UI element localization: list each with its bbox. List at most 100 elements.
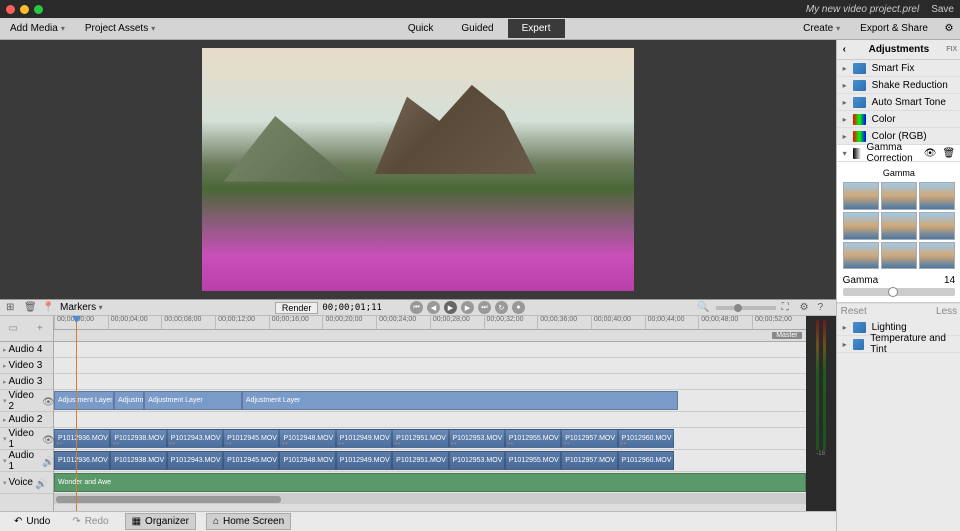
organizer-button[interactable]: ▦Organizer [125,513,196,530]
project-assets-button[interactable]: Project Assets [79,21,161,36]
adjustments-header[interactable]: ‹ Adjustments FIX [837,40,960,60]
marker-icon[interactable]: 📍 [42,302,54,314]
timeline-view-2[interactable]: + [27,316,54,341]
reset-button[interactable]: Reset [841,306,867,317]
track-audio1[interactable]: P1012936.MOV [A] P1012938.MOV [A] P10129… [54,450,806,472]
clip-audio[interactable]: P1012957.MOV [A] [561,451,617,470]
track-header-audio4[interactable]: ▸Audio 4 [0,342,53,358]
track-header-video1[interactable]: ▾Video 1👁 [0,428,53,450]
gamma-preset[interactable] [881,212,917,240]
clip-audio[interactable]: P1012949.MOV [A] [336,451,392,470]
gamma-preset[interactable] [919,182,955,210]
clip-audio[interactable]: P1012953.MOV [A] [449,451,505,470]
gamma-preset[interactable] [843,212,879,240]
track-audio4[interactable] [54,342,806,358]
adj-color[interactable]: ▸Color [837,111,960,128]
tab-quick[interactable]: Quick [394,19,448,38]
timecode[interactable]: 00;00;01;11 [322,303,382,313]
save-button[interactable]: Save [931,4,954,15]
clip-audio[interactable]: P1012936.MOV [A] [54,451,110,470]
timeline-tool-icon[interactable]: ⊞ [6,302,18,314]
adj-shake-reduction[interactable]: ▸Shake Reduction [837,77,960,94]
add-media-button[interactable]: Add Media [4,21,71,36]
step-back-icon[interactable]: ◀ [427,301,440,314]
clip-adj[interactable]: Adjustment Layer [114,391,144,410]
clip-audio[interactable]: P1012945.MOV [A] [223,451,279,470]
fullscreen-icon[interactable]: ⛶ [782,302,794,314]
settings-icon[interactable]: ⚙ [800,302,812,314]
track-voice[interactable]: Wonder and Awe [54,472,806,494]
timeline-view-1[interactable]: ▭ [0,316,27,341]
clip-video[interactable]: P1012955.MOV [V] [505,429,561,448]
help-icon[interactable]: ? [818,302,830,314]
track-header-video2[interactable]: ▾Video 2👁 [0,390,53,412]
close-icon[interactable] [6,5,15,14]
clip-audio[interactable]: P1012938.MOV [A] [110,451,166,470]
clip-video[interactable]: P1012945.MOV [V] [223,429,279,448]
goto-start-icon[interactable]: ⏮ [410,301,423,314]
clip-voice[interactable]: Wonder and Awe [54,473,806,492]
undo-button[interactable]: ↶Undo [8,514,56,529]
clip-video[interactable]: P1012953.MOV [V] [449,429,505,448]
clip-audio[interactable]: P1012955.MOV [A] [505,451,561,470]
gamma-preset[interactable] [843,182,879,210]
zoom-out-icon[interactable]: 🔍 [697,302,709,313]
chevron-left-icon[interactable]: ‹ [843,44,846,55]
tab-guided[interactable]: Guided [447,19,507,38]
adj-auto-smart-tone[interactable]: ▸Auto Smart Tone [837,94,960,111]
gamma-value[interactable]: 14 [944,275,955,286]
clip-adj[interactable]: Adjustment Layer [144,391,242,410]
home-button[interactable]: ⌂Home Screen [206,513,291,530]
clip-video[interactable]: P1012957.MOV [V] [561,429,617,448]
gamma-preset[interactable] [881,242,917,270]
track-header-audio2[interactable]: ▸Audio 2 [0,412,53,428]
track-header-video3[interactable]: ▸Video 3 [0,358,53,374]
zoom-slider[interactable] [716,306,776,310]
clip-adj[interactable]: Adjustment Layer [242,391,678,410]
master-badge[interactable]: Master [772,332,801,339]
less-button[interactable]: Less [936,306,957,317]
eye-icon[interactable]: 👁 [924,148,937,159]
adj-temperature-tint[interactable]: ▸Temperature and Tint [837,336,960,353]
step-forward-icon[interactable]: ▶ [461,301,474,314]
preview-canvas[interactable] [202,48,634,291]
export-share-button[interactable]: Export & Share [854,21,934,36]
clip-video[interactable]: P1012938.MOV [V] [110,429,166,448]
timeline-scrollbar[interactable] [54,494,806,504]
track-video3[interactable] [54,358,806,374]
track-header-audio1[interactable]: ▾Audio 1🔊 [0,450,53,472]
track-video2[interactable]: Adjustment Layer Adjustment Layer Adjust… [54,390,806,412]
clip-audio[interactable]: P1012948.MOV [A] [279,451,335,470]
record-icon[interactable]: ● [512,301,525,314]
clip-video[interactable]: P1012960.MOV [V] [618,429,674,448]
clip-video[interactable]: P1012949.MOV [V] [336,429,392,448]
adj-gamma[interactable]: ▾Gamma Correction👁🗑 [837,145,960,162]
clip-audio[interactable]: P1012943.MOV [A] [167,451,223,470]
gamma-preset[interactable] [843,242,879,270]
gamma-preset[interactable] [919,212,955,240]
adj-smart-fix[interactable]: ▸Smart Fix [837,60,960,77]
render-button[interactable]: Render [275,302,319,314]
trash-icon[interactable]: 🗑 [24,302,36,314]
clip-video[interactable]: P1012951.MOV [V] [392,429,448,448]
gamma-slider[interactable] [843,288,956,296]
clip-audio[interactable]: P1012960.MOV [A] [618,451,674,470]
redo-button[interactable]: ↷Redo [66,514,114,529]
track-header-audio3[interactable]: ▸Audio 3 [0,374,53,390]
tab-expert[interactable]: Expert [508,19,565,38]
clip-video[interactable]: P1012943.MOV [V] [167,429,223,448]
maximize-icon[interactable] [34,5,43,14]
markers-dropdown[interactable]: Markers [60,302,103,313]
playhead[interactable] [76,316,77,511]
goto-end-icon[interactable]: ⏭ [478,301,491,314]
clip-video[interactable]: P1012948.MOV [V] [279,429,335,448]
gear-icon[interactable]: ⚙ [942,22,956,36]
create-button[interactable]: Create [797,21,846,36]
loop-icon[interactable]: ↻ [495,301,508,314]
clip-video[interactable]: P1012936.MOV [V] [54,429,110,448]
play-icon[interactable]: ▶ [444,301,457,314]
time-ruler[interactable]: 00;00;00;00 00;00;04;00 00;00;08;00 00;0… [54,316,806,330]
trash-icon[interactable]: 🗑 [942,148,955,159]
track-audio2[interactable] [54,412,806,428]
track-video1[interactable]: P1012936.MOV [V] P1012938.MOV [V] P10129… [54,428,806,450]
